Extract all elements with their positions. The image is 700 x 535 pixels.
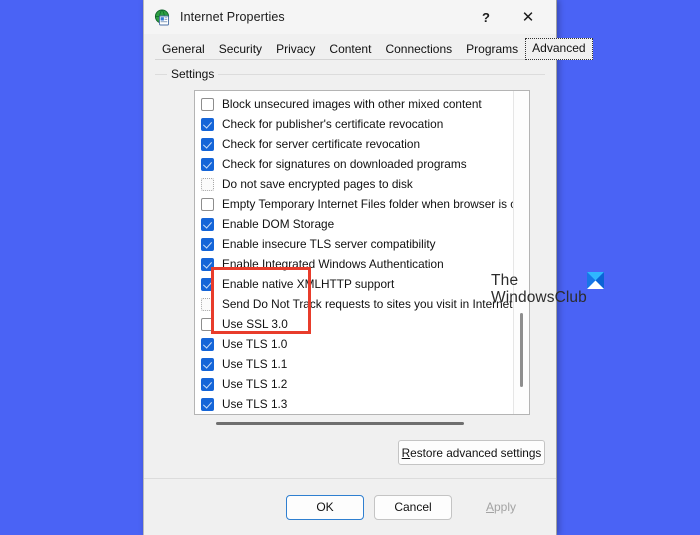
- checkbox-checked[interactable]: [201, 217, 214, 231]
- settings-row-label: Use TLS 1.3: [222, 397, 288, 411]
- settings-row[interactable]: Do not save encrypted pages to disk: [195, 174, 529, 194]
- settings-row[interactable]: Check for server certificate revocation: [195, 134, 529, 154]
- settings-row-label: Check for publisher's certificate revoca…: [222, 117, 444, 131]
- settings-row[interactable]: Enable Integrated Windows Authentication: [195, 254, 529, 274]
- internet-properties-dialog: Internet Properties ? ✕ General Security…: [143, 0, 604, 535]
- settings-row-label: Use TLS 1.2: [222, 377, 288, 391]
- vertical-scrollbar-thumb[interactable]: [520, 313, 523, 387]
- settings-row-label: Check for server certificate revocation: [222, 137, 421, 151]
- window-title: Internet Properties: [180, 10, 285, 24]
- settings-group-label: Settings: [167, 67, 219, 81]
- advanced-settings-list[interactable]: Block unsecured images with other mixed …: [194, 90, 530, 415]
- checkbox-checked[interactable]: [201, 337, 214, 351]
- checkbox-checked[interactable]: [201, 357, 214, 371]
- settings-row[interactable]: Check for signatures on downloaded progr…: [195, 154, 529, 174]
- checkbox-checked[interactable]: [201, 377, 214, 391]
- dialog-body: Settings Block unsecured images with oth…: [144, 60, 604, 478]
- close-button[interactable]: ✕: [508, 0, 548, 34]
- settings-row[interactable]: Empty Temporary Internet Files folder wh…: [195, 194, 529, 214]
- tab-privacy[interactable]: Privacy: [269, 39, 322, 60]
- settings-group: Settings Block unsecured images with oth…: [155, 67, 604, 488]
- settings-row-label: Empty Temporary Internet Files folder wh…: [222, 197, 526, 211]
- settings-row[interactable]: Use TLS 1.1: [195, 354, 529, 374]
- title-bar: Internet Properties ? ✕: [144, 0, 556, 34]
- settings-row[interactable]: Enable DOM Storage: [195, 214, 529, 234]
- tab-strip: General Security Privacy Content Connect…: [144, 34, 593, 60]
- horizontal-scrollbar[interactable]: [194, 418, 530, 430]
- tab-programs[interactable]: Programs: [459, 39, 525, 60]
- tab-content[interactable]: Content: [322, 39, 378, 60]
- settings-row-label: Use TLS 1.1: [222, 357, 288, 371]
- restore-accel-letter: R: [401, 445, 411, 460]
- settings-row-label: Send Do Not Track requests to sites you …: [222, 297, 524, 311]
- restore-button-label: estore advanced settings: [410, 445, 542, 460]
- settings-row-label: Enable insecure TLS server compatibility: [222, 237, 436, 251]
- apply-button[interactable]: Apply: [462, 494, 540, 520]
- settings-row-label: Enable native XMLHTTP support: [222, 277, 395, 291]
- settings-row[interactable]: Use TLS 1.0: [195, 334, 529, 354]
- checkbox-unchecked[interactable]: [201, 317, 214, 331]
- settings-rows: Block unsecured images with other mixed …: [195, 94, 529, 415]
- vertical-scrollbar[interactable]: [513, 91, 529, 414]
- settings-row[interactable]: Warn about certificate address mismatch: [195, 414, 529, 415]
- apply-accel-letter: A: [485, 500, 494, 514]
- settings-row[interactable]: Enable native XMLHTTP support: [195, 274, 529, 294]
- settings-row-label: Use TLS 1.0: [222, 337, 288, 351]
- checkbox-checked[interactable]: [201, 277, 214, 291]
- settings-row-label: Check for signatures on downloaded progr…: [222, 157, 467, 171]
- settings-row[interactable]: Use TLS 1.3: [195, 394, 529, 414]
- checkbox-checked[interactable]: [201, 257, 214, 271]
- tab-general[interactable]: General: [155, 39, 212, 60]
- cancel-button[interactable]: Cancel: [374, 494, 452, 520]
- settings-row[interactable]: Send Do Not Track requests to sites you …: [195, 294, 529, 314]
- tab-security[interactable]: Security: [212, 39, 269, 60]
- settings-row[interactable]: Block unsecured images with other mixed …: [195, 94, 529, 114]
- horizontal-scrollbar-thumb[interactable]: [216, 422, 464, 425]
- internet-properties-icon: [154, 8, 171, 26]
- checkbox-checked[interactable]: [201, 117, 214, 131]
- tab-connections[interactable]: Connections: [378, 39, 459, 60]
- help-button[interactable]: ?: [466, 0, 506, 34]
- restore-advanced-settings-button[interactable]: Restore advanced settings: [398, 440, 545, 465]
- settings-row-label: Block unsecured images with other mixed …: [222, 97, 482, 111]
- checkbox-checked[interactable]: [201, 237, 214, 251]
- settings-row[interactable]: Enable insecure TLS server compatibility: [195, 234, 529, 254]
- ok-button[interactable]: OK: [286, 494, 364, 520]
- checkbox-unchecked[interactable]: [201, 97, 214, 111]
- apply-button-label: pply: [494, 500, 517, 514]
- tab-advanced[interactable]: Advanced: [525, 38, 593, 60]
- settings-row-label: Use SSL 3.0: [222, 317, 288, 331]
- checkbox-checked[interactable]: [201, 157, 214, 171]
- settings-row-label: Enable DOM Storage: [222, 217, 335, 231]
- checkbox-unchecked[interactable]: [201, 197, 214, 211]
- checkbox-checked[interactable]: [201, 397, 214, 411]
- settings-row-label: Enable Integrated Windows Authentication: [222, 257, 444, 271]
- checkbox-unchecked[interactable]: [201, 297, 214, 311]
- settings-row-label: Do not save encrypted pages to disk: [222, 177, 413, 191]
- checkbox-unchecked[interactable]: [201, 177, 214, 191]
- settings-row[interactable]: Use SSL 3.0: [195, 314, 529, 334]
- checkbox-checked[interactable]: [201, 137, 214, 151]
- settings-row[interactable]: Use TLS 1.2: [195, 374, 529, 394]
- settings-row[interactable]: Check for publisher's certificate revoca…: [195, 114, 529, 134]
